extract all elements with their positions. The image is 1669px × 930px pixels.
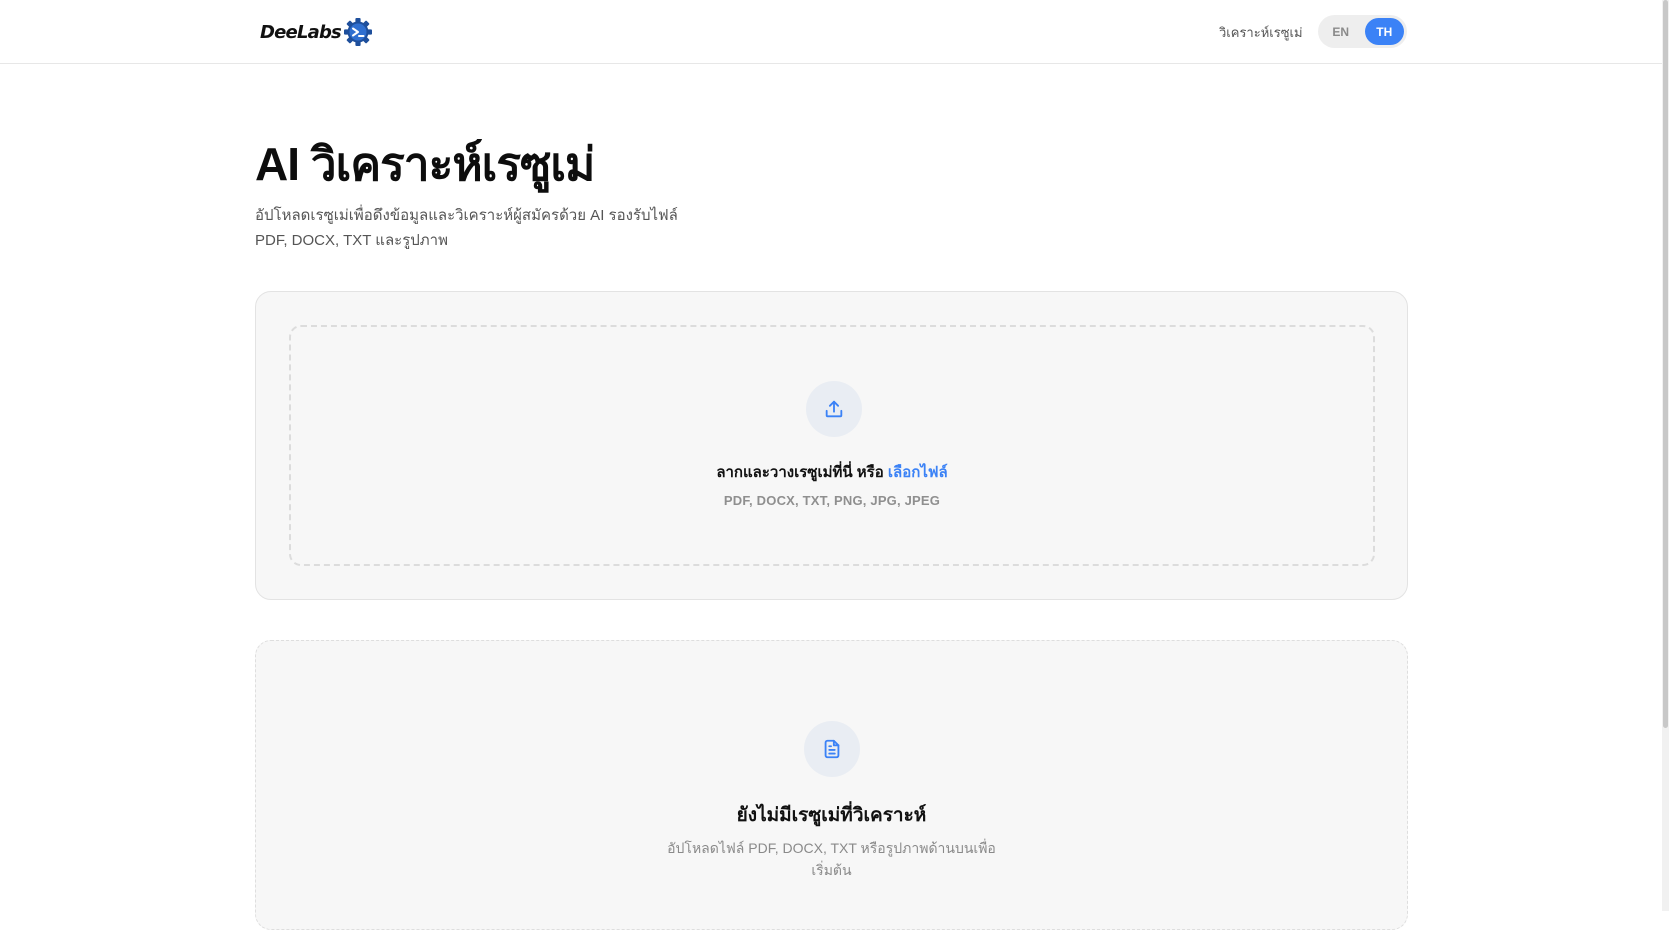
page-scrollbar[interactable] [1662, 0, 1669, 911]
lang-button-th[interactable]: TH [1364, 18, 1404, 45]
upload-card: ลากและวางเรซูเม่ที่นี่ หรือ เลือกไฟล์ PD… [255, 291, 1408, 600]
lang-button-en[interactable]: EN [1321, 18, 1361, 45]
logo-text: DeeLabs [260, 21, 342, 43]
dropzone-prompt: ลากและวางเรซูเม่ที่นี่ หรือ เลือกไฟล์ [291, 460, 1373, 484]
page-title: AI วิเคราะห์เรซูเม่ [255, 138, 595, 190]
empty-state-title: ยังไม่มีเรซูเม่ที่วิเคราะห์ [736, 805, 927, 826]
document-icon-circle [804, 721, 860, 777]
language-toggle: EN TH [1318, 15, 1407, 48]
document-icon [824, 739, 840, 759]
empty-state-card: ยังไม่มีเรซูเม่ที่วิเคราะห์ อัปโหลดไฟล์ … [255, 640, 1408, 930]
gear-logo-icon [343, 18, 372, 46]
supported-formats: PDF, DOCX, TXT, PNG, JPG, JPEG [723, 493, 941, 508]
upload-icon-circle [806, 381, 862, 437]
page-subtitle: อัปโหลดเรซูเม่เพื่อดึงข้อมูลและวิเคราะห์… [255, 207, 678, 249]
empty-state-description: อัปโหลดไฟล์ PDF, DOCX, TXT หรือรูปภาพด้า… [667, 840, 996, 878]
deelabs-logo[interactable]: DeeLabs [260, 18, 373, 46]
nav-link-resume-analysis[interactable]: วิเคราะห์เรซูเม่ [1219, 22, 1303, 43]
dropzone-prompt-text: ลากและวางเรซูเม่ที่นี่ หรือ [716, 464, 888, 481]
scrollbar-thumb[interactable] [1663, 0, 1668, 728]
top-navbar: DeeLabs วิเคราะห์เรซูเม่ EN TH [0, 0, 1662, 64]
file-dropzone[interactable]: ลากและวางเรซูเม่ที่นี่ หรือ เลือกไฟล์ PD… [289, 325, 1375, 566]
upload-icon [825, 400, 843, 418]
choose-file-link[interactable]: เลือกไฟล์ [888, 464, 948, 481]
